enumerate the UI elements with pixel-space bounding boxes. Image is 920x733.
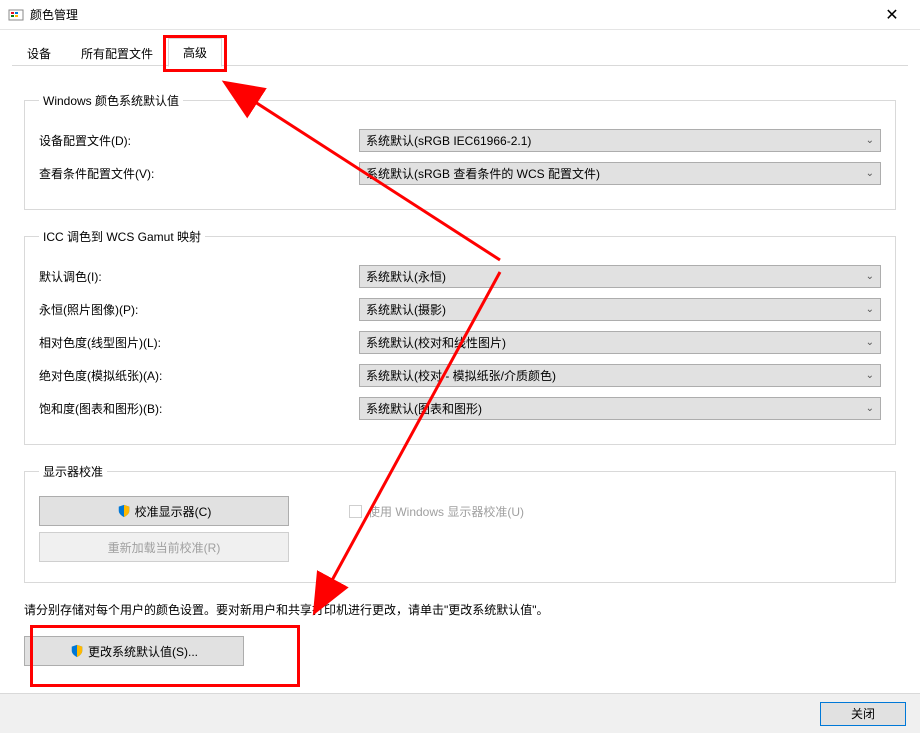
titlebar: 颜色管理 ✕ bbox=[0, 0, 920, 30]
window-title: 颜色管理 bbox=[30, 6, 872, 23]
saturation-select[interactable]: 系统默认(图表和图形) ⌄ bbox=[359, 397, 881, 420]
group-display-calibration-legend: 显示器校准 bbox=[39, 463, 107, 480]
viewing-profile-value: 系统默认(sRGB 查看条件的 WCS 配置文件) bbox=[366, 165, 866, 182]
checkbox-icon bbox=[349, 505, 362, 518]
perceptual-select[interactable]: 系统默认(摄影) ⌄ bbox=[359, 298, 881, 321]
use-windows-calib-checkbox[interactable]: 使用 Windows 显示器校准(U) bbox=[349, 503, 524, 520]
group-windows-defaults: Windows 颜色系统默认值 设备配置文件(D): 系统默认(sRGB IEC… bbox=[24, 92, 896, 210]
chevron-down-icon: ⌄ bbox=[866, 271, 874, 282]
use-windows-calib-label: 使用 Windows 显示器校准(U) bbox=[368, 503, 524, 520]
saturation-value: 系统默认(图表和图形) bbox=[366, 400, 866, 417]
reload-calibration-button: 重新加载当前校准(R) bbox=[39, 532, 289, 562]
tab-all-profiles[interactable]: 所有配置文件 bbox=[66, 39, 168, 67]
relative-value: 系统默认(校对和线性图片) bbox=[366, 334, 866, 351]
close-button[interactable]: ✕ bbox=[872, 5, 912, 25]
absolute-value: 系统默认(校对 - 模拟纸张/介质颜色) bbox=[366, 367, 866, 384]
shield-icon bbox=[117, 504, 131, 518]
color-management-icon bbox=[8, 7, 24, 23]
default-intent-select[interactable]: 系统默认(永恒) ⌄ bbox=[359, 265, 881, 288]
device-profile-value: 系统默认(sRGB IEC61966-2.1) bbox=[366, 132, 866, 149]
relative-select[interactable]: 系统默认(校对和线性图片) ⌄ bbox=[359, 331, 881, 354]
viewing-profile-select[interactable]: 系统默认(sRGB 查看条件的 WCS 配置文件) ⌄ bbox=[359, 162, 881, 185]
note-text: 请分别存储对每个用户的颜色设置。要对新用户和共享打印机进行更改，请单击"更改系统… bbox=[24, 601, 896, 618]
chevron-down-icon: ⌄ bbox=[866, 403, 874, 414]
group-display-calibration: 显示器校准 校准显示器(C) 使用 Windows 显示器校准(U) 重新加载当… bbox=[24, 463, 896, 583]
default-intent-label: 默认调色(I): bbox=[39, 268, 359, 285]
reload-calibration-label: 重新加载当前校准(R) bbox=[108, 539, 221, 556]
dialog-footer: 关闭 bbox=[0, 693, 920, 733]
viewing-profile-label: 查看条件配置文件(V): bbox=[39, 165, 359, 182]
device-profile-select[interactable]: 系统默认(sRGB IEC61966-2.1) ⌄ bbox=[359, 129, 881, 152]
relative-label: 相对色度(线型图片)(L): bbox=[39, 334, 359, 351]
perceptual-value: 系统默认(摄影) bbox=[366, 301, 866, 318]
group-windows-defaults-legend: Windows 颜色系统默认值 bbox=[39, 92, 183, 109]
group-icc-wcs-legend: ICC 调色到 WCS Gamut 映射 bbox=[39, 228, 205, 245]
change-system-defaults-button[interactable]: 更改系统默认值(S)... bbox=[24, 636, 244, 666]
perceptual-label: 永恒(照片图像)(P): bbox=[39, 301, 359, 318]
tabstrip: 设备 所有配置文件 高级 bbox=[0, 30, 920, 66]
shield-icon bbox=[70, 644, 84, 658]
calibrate-display-label: 校准显示器(C) bbox=[135, 503, 212, 520]
absolute-label: 绝对色度(模拟纸张)(A): bbox=[39, 367, 359, 384]
chevron-down-icon: ⌄ bbox=[866, 337, 874, 348]
tab-devices[interactable]: 设备 bbox=[12, 39, 66, 67]
device-profile-label: 设备配置文件(D): bbox=[39, 132, 359, 149]
change-system-defaults-label: 更改系统默认值(S)... bbox=[88, 643, 198, 660]
calibrate-display-button[interactable]: 校准显示器(C) bbox=[39, 496, 289, 526]
tab-advanced[interactable]: 高级 bbox=[168, 38, 222, 67]
close-dialog-button[interactable]: 关闭 bbox=[820, 702, 906, 726]
saturation-label: 饱和度(图表和图形)(B): bbox=[39, 400, 359, 417]
absolute-select[interactable]: 系统默认(校对 - 模拟纸张/介质颜色) ⌄ bbox=[359, 364, 881, 387]
chevron-down-icon: ⌄ bbox=[866, 168, 874, 179]
chevron-down-icon: ⌄ bbox=[866, 304, 874, 315]
group-icc-wcs: ICC 调色到 WCS Gamut 映射 默认调色(I): 系统默认(永恒) ⌄… bbox=[24, 228, 896, 445]
chevron-down-icon: ⌄ bbox=[866, 135, 874, 146]
tab-content: Windows 颜色系统默认值 设备配置文件(D): 系统默认(sRGB IEC… bbox=[0, 66, 920, 666]
chevron-down-icon: ⌄ bbox=[866, 370, 874, 381]
default-intent-value: 系统默认(永恒) bbox=[366, 268, 866, 285]
